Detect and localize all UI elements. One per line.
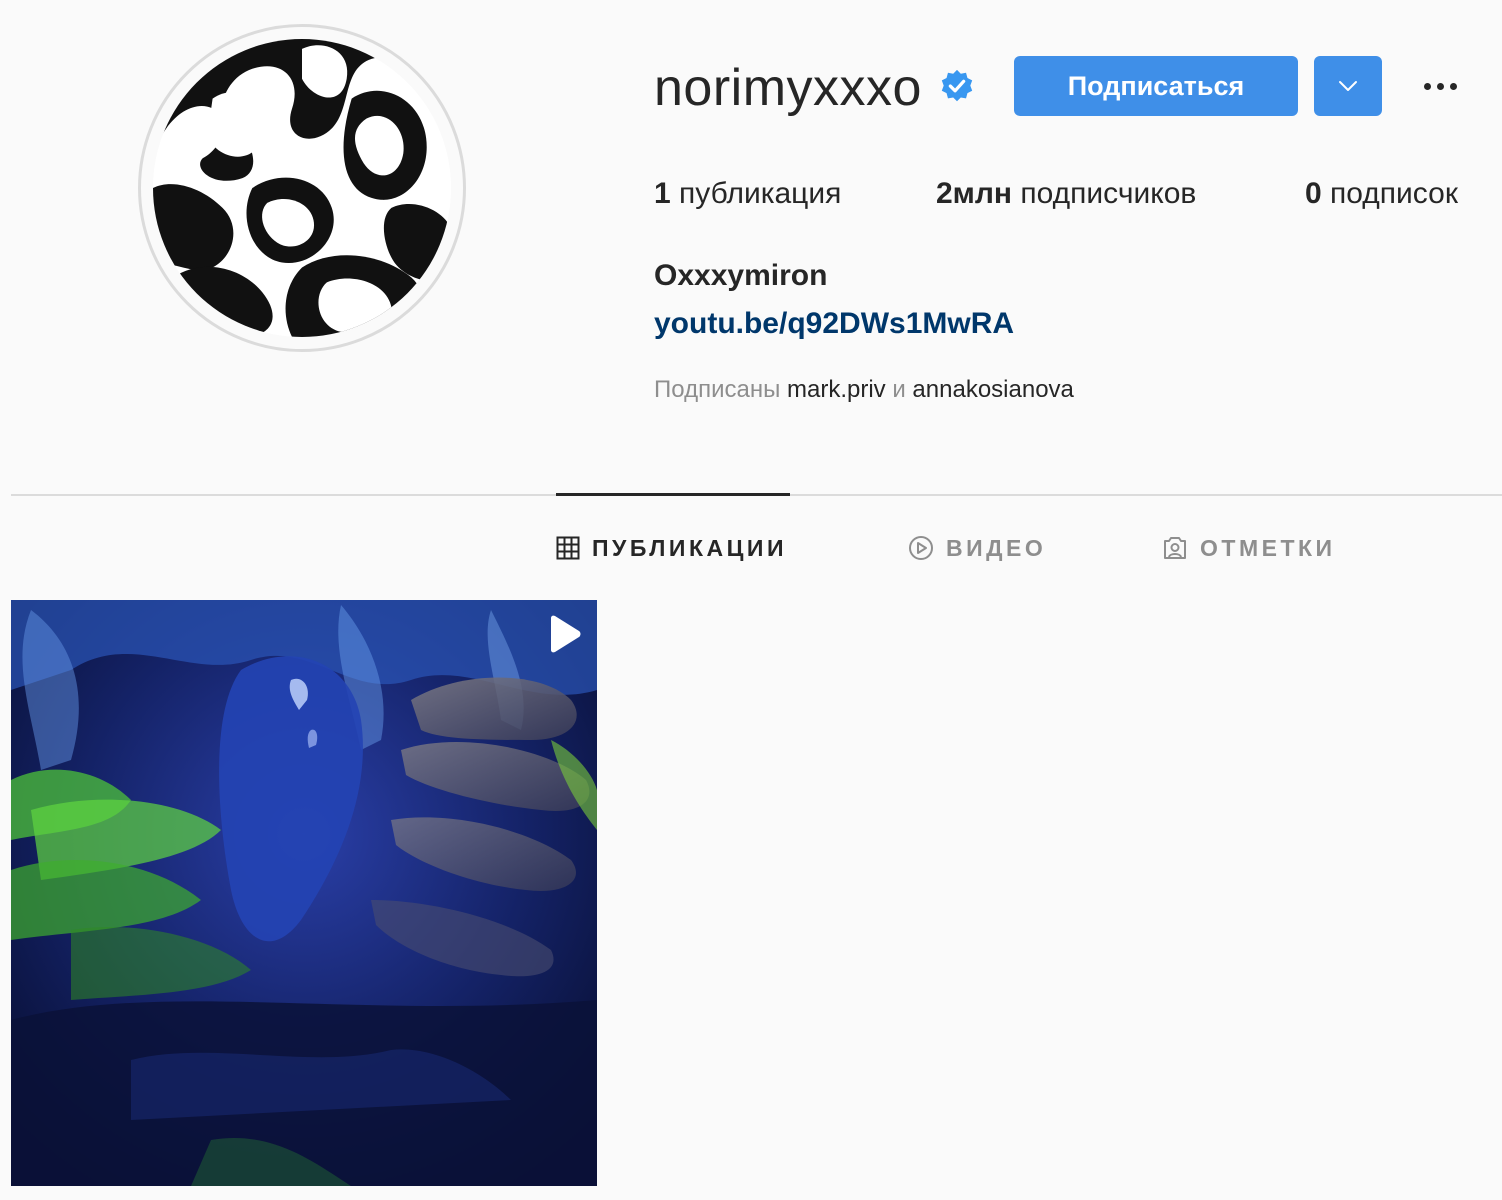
avatar-ring[interactable] (138, 24, 466, 352)
followers-count: 2млн (936, 177, 1013, 210)
tab-tagged-label: ОТМЕТКИ (1200, 534, 1336, 561)
bio-link[interactable]: youtu.be/q92DWs1MwRA (654, 304, 1014, 344)
tab-video[interactable]: ВИДЕО (908, 530, 1046, 566)
stat-following[interactable]: 0 подписок (1305, 174, 1458, 214)
followed-by-prefix: Подписаны (654, 376, 781, 403)
avatar[interactable] (153, 39, 451, 337)
tagged-user-icon (1164, 537, 1186, 559)
avatar-image (153, 39, 451, 337)
chevron-down-icon (1339, 81, 1357, 91)
follow-button[interactable]: Подписаться (1014, 56, 1298, 116)
profile-page: norimyxxxo Подписаться 1 публикация 2млн… (0, 0, 1502, 1200)
tab-video-label: ВИДЕО (946, 534, 1047, 561)
stat-followers[interactable]: 2млн подписчиков (936, 174, 1196, 214)
full-name: Oxxxymiron (654, 259, 828, 292)
username: norimyxxxo (654, 59, 922, 117)
stat-posts: 1 публикация (654, 174, 841, 214)
followed-by-conjunction: и (892, 376, 906, 403)
more-dot (1423, 82, 1431, 90)
tab-posts-label: ПУБЛИКАЦИИ (592, 534, 787, 561)
post-image (11, 600, 597, 1186)
verified-badge-icon (941, 69, 973, 102)
grid-icon (556, 536, 580, 560)
posts-label: публикация (679, 177, 842, 210)
followed-by[interactable]: Подписаны mark.priv и annakosianova (654, 374, 1074, 406)
posts-count: 1 (654, 177, 671, 210)
tab-posts[interactable]: ПУБЛИКАЦИИ (556, 530, 787, 566)
play-circle-icon (909, 536, 933, 560)
followed-by-user-2[interactable]: annakosianova (912, 376, 1073, 403)
tab-tagged[interactable]: ОТМЕТКИ (1162, 530, 1336, 566)
suggested-dropdown-button[interactable] (1314, 56, 1382, 116)
followed-by-user-1[interactable]: mark.priv (787, 376, 886, 403)
following-label: подписок (1330, 177, 1458, 210)
more-dot (1449, 82, 1457, 90)
post-thumbnail[interactable] (11, 600, 597, 1186)
more-dot (1436, 82, 1444, 90)
followers-label: подписчиков (1020, 177, 1197, 210)
following-count: 0 (1305, 177, 1322, 210)
active-tab-indicator (556, 493, 790, 496)
more-options-icon[interactable] (1412, 66, 1468, 106)
play-icon (551, 615, 581, 653)
